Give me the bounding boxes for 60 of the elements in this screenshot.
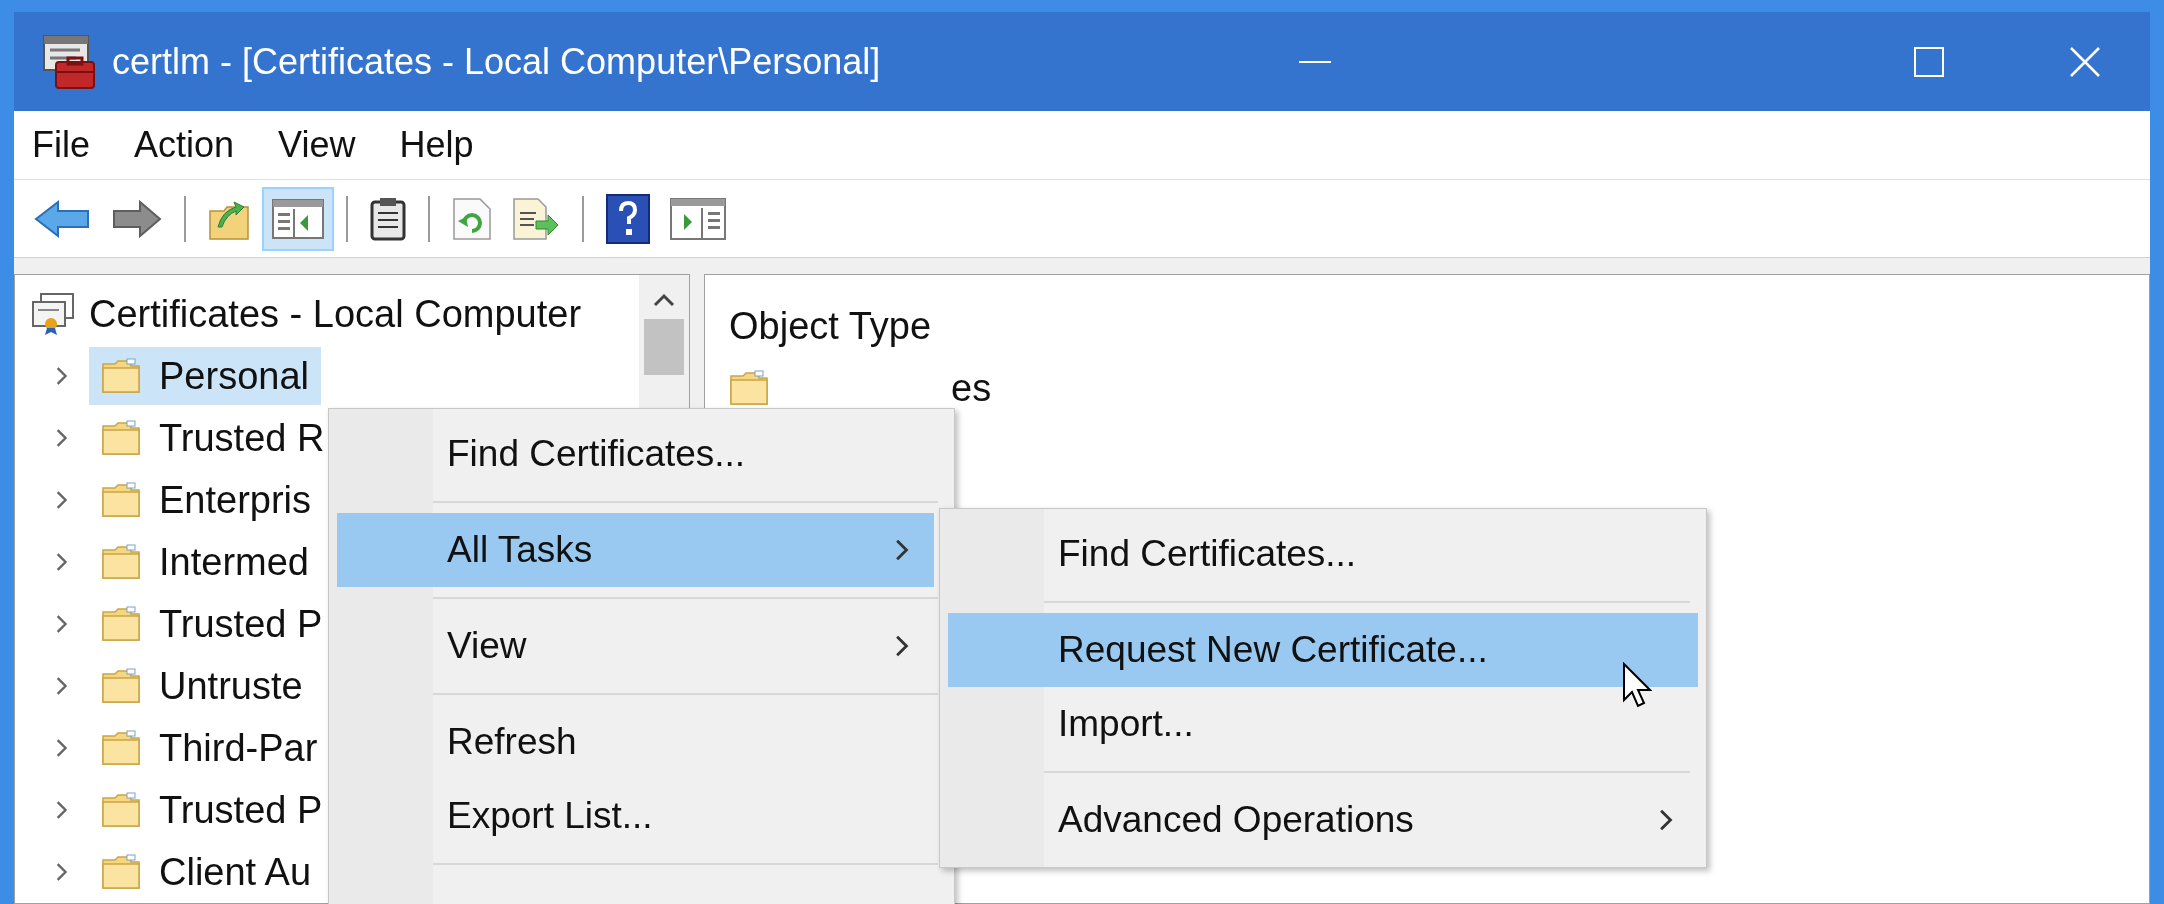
chevron-right-icon [55, 613, 69, 635]
window-title: certlm - [Certificates - Local Computer\Personal] [112, 39, 881, 84]
chevron-right-icon [55, 427, 69, 449]
help-icon [606, 193, 650, 244]
menu-item[interactable]: All Tasks [337, 513, 934, 587]
menu-item[interactable]: Refresh [337, 705, 934, 779]
back-arrow-icon [34, 198, 92, 239]
cursor-icon [1622, 662, 1652, 708]
column-header[interactable]: Object Type [729, 295, 2149, 357]
toolbox-icon [40, 33, 96, 90]
export-list-icon [512, 196, 560, 241]
menu-item[interactable]: Find Certificates... [337, 417, 934, 491]
folder-icon [101, 792, 141, 828]
tree-item[interactable]: Third-Par [89, 719, 330, 777]
scroll-up-icon [653, 293, 675, 307]
tree-item[interactable]: Untruste [89, 657, 315, 715]
chevron-right-icon [55, 365, 69, 387]
menu-bar-item[interactable]: File [32, 118, 90, 173]
folder-icon [729, 370, 769, 406]
folder-icon [101, 544, 141, 580]
chevron-right-icon [55, 675, 69, 697]
clipboard-icon [370, 196, 406, 241]
menu-bar-item[interactable]: Help [399, 118, 474, 173]
tree-root-label[interactable]: Certificates - Local Computer [89, 285, 582, 343]
tree-item[interactable]: Client Au [89, 843, 324, 901]
menu-bar-item[interactable]: View [278, 118, 356, 173]
tree-item[interactable]: Trusted R [89, 409, 337, 467]
tree-item[interactable]: Enterpris [89, 471, 324, 529]
chevron-right-icon [55, 861, 69, 883]
menu-item[interactable]: Find Certificates... [948, 517, 1698, 591]
menu-item[interactable]: Export List... [337, 779, 934, 853]
console-tree-icon [272, 198, 324, 239]
menu-item[interactable]: View [337, 609, 934, 683]
tree-item[interactable]: Personal [89, 347, 321, 405]
chevron-right-icon [55, 737, 69, 759]
chevron-right-icon [55, 799, 69, 821]
menu-item[interactable]: Advanced Operations [948, 783, 1698, 857]
folder-icon [101, 854, 141, 890]
chevron-right-icon [55, 489, 69, 511]
close-icon [2070, 46, 2100, 77]
folder-icon [101, 730, 141, 766]
refresh-icon [452, 196, 492, 241]
folder-icon [101, 482, 141, 518]
tree-item[interactable]: Trusted P [89, 595, 335, 653]
folder-icon [101, 668, 141, 704]
tree-item[interactable]: Trusted P [89, 781, 335, 839]
menu-bar-item[interactable]: Action [134, 118, 235, 173]
scroll-thumb[interactable] [644, 319, 684, 375]
maximize-icon [1914, 46, 1944, 77]
folder-icon [101, 358, 141, 394]
menu-item[interactable]: Request New Certificate... [948, 613, 1698, 687]
certificate-icon [31, 292, 75, 336]
action-pane-icon [670, 197, 726, 240]
folder-icon [101, 420, 141, 456]
folder-icon [101, 606, 141, 642]
chevron-right-icon [55, 551, 69, 573]
list-item-label[interactable]: es [951, 359, 992, 417]
forward-arrow-icon [112, 198, 162, 239]
menu-item[interactable]: Import... [948, 687, 1698, 761]
tree-item[interactable]: Intermed [89, 533, 321, 591]
